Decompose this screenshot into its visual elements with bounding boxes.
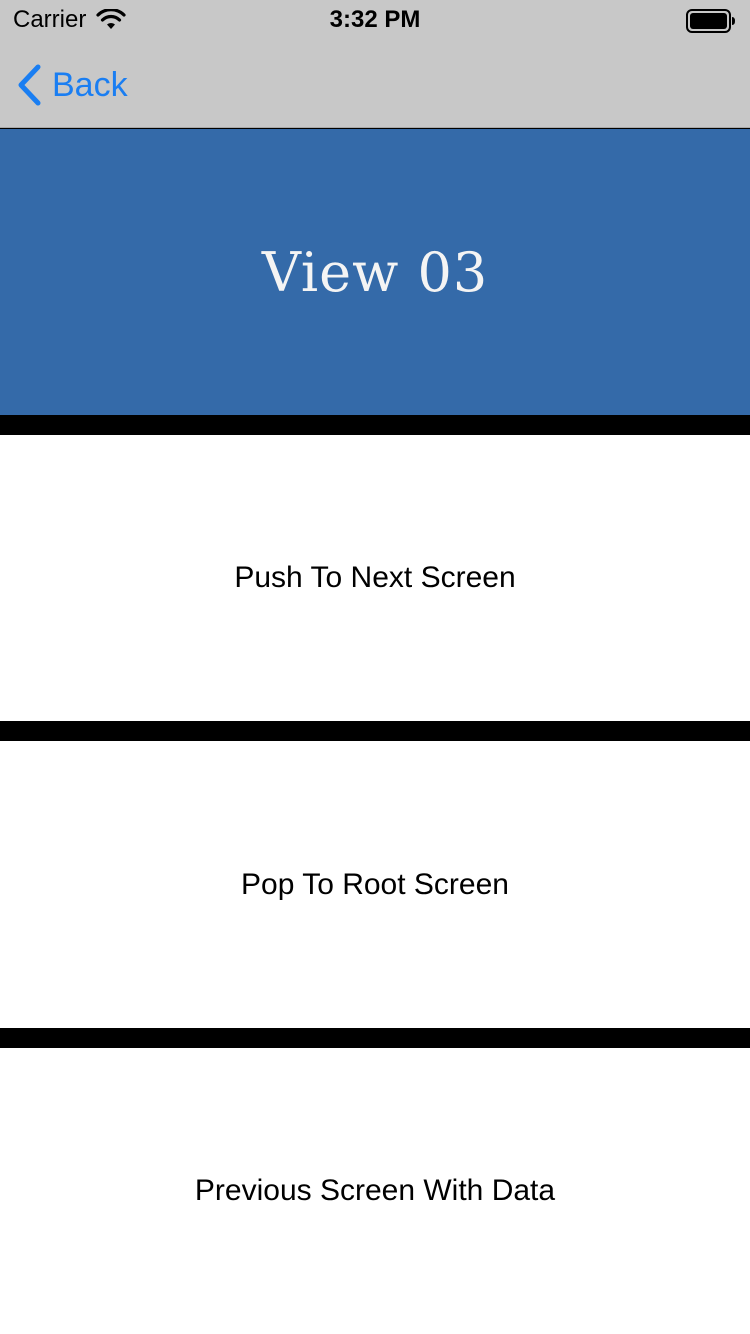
previous-screen-with-data-label: Previous Screen With Data	[194, 1174, 556, 1207]
page-title: View 03	[261, 240, 489, 304]
back-button[interactable]: Back	[16, 62, 128, 108]
push-to-next-screen-button[interactable]: Push To Next Screen	[0, 435, 750, 721]
status-time: 3:32 PM	[329, 6, 421, 33]
battery-icon	[686, 9, 735, 33]
previous-screen-with-data-button[interactable]: Previous Screen With Data	[0, 1048, 750, 1334]
back-label: Back	[52, 65, 128, 104]
navigation-bar: Back	[0, 40, 750, 128]
view-header: View 03	[0, 129, 750, 415]
chevron-left-icon	[18, 64, 41, 106]
pop-to-root-screen-label: Pop To Root Screen	[241, 867, 509, 901]
pop-to-root-screen-button[interactable]: Pop To Root Screen	[0, 741, 750, 1028]
push-to-next-screen-label: Push To Next Screen	[234, 561, 516, 594]
status-bar: Carrier 3:32 PM	[0, 0, 750, 40]
